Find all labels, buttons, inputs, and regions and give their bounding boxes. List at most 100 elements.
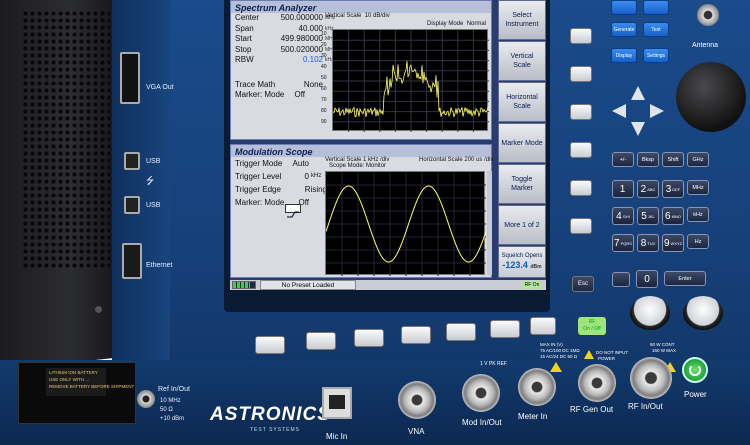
rfgen-note-1: DO NOT INPUT <box>596 350 629 355</box>
rf-in-out-connector[interactable] <box>630 357 672 399</box>
digit-key[interactable]: 9 WXYZ <box>662 234 684 252</box>
battery-label-plate: LITHIUM ION BATTERY USE ONLY WITH ... RE… <box>46 368 134 396</box>
softkey-button-4[interactable] <box>570 142 592 158</box>
screw-icon <box>95 306 102 313</box>
generate-key[interactable]: Generate <box>611 22 637 37</box>
func-key[interactable]: +/- <box>612 152 634 167</box>
esc-key[interactable]: Esc <box>572 276 594 292</box>
decimal-key[interactable] <box>612 272 630 287</box>
trace-math-value[interactable]: None <box>293 80 323 91</box>
digit-key[interactable]: 6 MNO <box>662 207 684 225</box>
softkey-button-3[interactable] <box>570 104 592 120</box>
param-value[interactable]: 500.020000 <box>275 45 323 56</box>
letters-label: MNO <box>671 213 681 219</box>
ethernet-port[interactable] <box>122 243 142 279</box>
rf-gen-out-connector[interactable] <box>578 364 616 402</box>
softkey-horizontal-scale[interactable]: Horizontal Scale <box>498 82 546 122</box>
right-small-knob[interactable] <box>683 296 723 330</box>
softkey-more-1-of-2[interactable]: More 1 of 2 <box>498 205 546 245</box>
func-key[interactable]: Bksp <box>637 152 659 167</box>
y-tick-label: 40 <box>321 64 327 70</box>
func-key[interactable]: Shift <box>662 152 684 167</box>
mod-in-out-connector[interactable] <box>462 374 500 412</box>
usb-label-1: USB <box>146 158 161 165</box>
digit-label: 1 <box>619 183 626 195</box>
param-label: Trigger Mode <box>235 159 283 168</box>
meter-in-connector[interactable] <box>518 368 556 406</box>
param-value[interactable]: Rising <box>289 183 327 196</box>
spectrum-analyzer-pane[interactable]: Spectrum Analyzer Center 500.000000 MHz Spa… <box>230 0 492 140</box>
digit-key[interactable]: 2 ABC <box>637 180 659 198</box>
rfgen-note-2: POWER <box>598 356 616 361</box>
param-value[interactable]: 500.000000 <box>275 13 323 24</box>
unit-key[interactable]: MHz <box>687 180 709 195</box>
param-value[interactable]: 499.980000 <box>275 34 323 45</box>
display-key[interactable]: Display <box>611 48 637 63</box>
param-value[interactable]: 0 <box>289 170 309 183</box>
usb-icon: ⭍ <box>146 176 155 187</box>
digit-key[interactable]: 5 JKL <box>637 207 659 225</box>
y-tick-label: 10 <box>321 31 327 37</box>
usb-port-1[interactable] <box>124 152 140 170</box>
softkey-marker-mode[interactable]: Marker Mode <box>498 123 546 163</box>
ref-io-label: Ref In/Out <box>158 386 190 393</box>
bottom-button-6[interactable] <box>490 320 520 338</box>
modulation-scope-pane[interactable]: Modulation Scope Trigger Mode Auto Trigger… <box>230 144 493 278</box>
key-top-2[interactable] <box>643 0 669 15</box>
softkey-vertical-scale[interactable]: Vertical Scale <box>498 41 546 81</box>
y-tick-label: 60 <box>321 86 327 92</box>
func-key[interactable]: GHz <box>687 152 709 167</box>
left-small-knob[interactable] <box>630 296 670 330</box>
spectrum-trace-svg <box>332 30 490 132</box>
digit-label: 3 <box>665 183 672 195</box>
letters-label: WXYZ <box>670 240 683 246</box>
digit-key[interactable]: 3 DEF <box>662 180 684 198</box>
digit-key[interactable]: 8 TUV <box>637 234 659 252</box>
vna-label: VNA <box>408 427 425 436</box>
softkey-select-instrument[interactable]: Select Instrument <box>498 0 546 40</box>
squelch-readout: Squelch Opens -123.4 dBm <box>498 246 546 278</box>
unit-key[interactable]: kHz <box>687 207 709 222</box>
param-value[interactable]: Auto <box>289 157 309 170</box>
bottom-button-7[interactable] <box>530 317 556 335</box>
ref-io-connector[interactable] <box>137 390 155 408</box>
key-top-1[interactable] <box>611 0 637 15</box>
test-key[interactable]: Test <box>643 22 669 37</box>
softkey-button-2[interactable] <box>570 66 592 82</box>
digit-key[interactable]: 4 GHI <box>612 207 634 225</box>
mic-in-jack[interactable] <box>322 387 352 419</box>
scope-scrollbar[interactable] <box>487 171 492 275</box>
digit-key[interactable]: 7 PQRS <box>612 234 634 252</box>
param-label: Start <box>235 34 252 43</box>
softkey-button-6[interactable] <box>570 218 592 234</box>
vna-connector[interactable] <box>398 381 436 419</box>
power-button[interactable] <box>682 357 708 383</box>
rf-onoff-button[interactable]: RF On / Off <box>578 317 606 335</box>
unit-key[interactable]: Hz <box>687 234 709 249</box>
ref-io-line-2: 50 Ω <box>160 407 173 413</box>
param-value[interactable]: 40.000 <box>275 24 323 35</box>
usb-port-2[interactable] <box>124 196 140 214</box>
digit-label: 8 <box>640 237 647 249</box>
enter-key[interactable]: Enter <box>664 271 706 286</box>
battery-line-2: USE ONLY WITH ... <box>49 377 90 382</box>
preset-status: No Preset Loaded <box>260 280 356 290</box>
softkey-button-5[interactable] <box>570 180 592 196</box>
rising-edge-icon <box>285 204 301 218</box>
bottom-button-3[interactable] <box>354 329 384 347</box>
spectrum-plot[interactable] <box>332 29 490 132</box>
softkey-toggle-marker[interactable]: Toggle Marker <box>498 164 546 204</box>
bottom-button-1[interactable] <box>255 336 285 354</box>
bottom-button-4[interactable] <box>401 326 431 344</box>
bottom-button-2[interactable] <box>306 332 336 350</box>
param-value[interactable]: 0.102 <box>275 55 323 66</box>
softkey-button-1[interactable] <box>570 28 592 44</box>
main-rotary-knob[interactable] <box>676 62 746 132</box>
modulation-plot[interactable] <box>325 171 487 276</box>
spectrum-marker-mode-value[interactable]: Off <box>293 90 305 101</box>
bottom-button-5[interactable] <box>446 323 476 341</box>
antenna-connector[interactable] <box>697 4 719 26</box>
digit-key[interactable]: 1 <box>612 180 634 198</box>
settings-key[interactable]: Settings <box>643 48 669 63</box>
vga-port[interactable] <box>120 52 140 104</box>
